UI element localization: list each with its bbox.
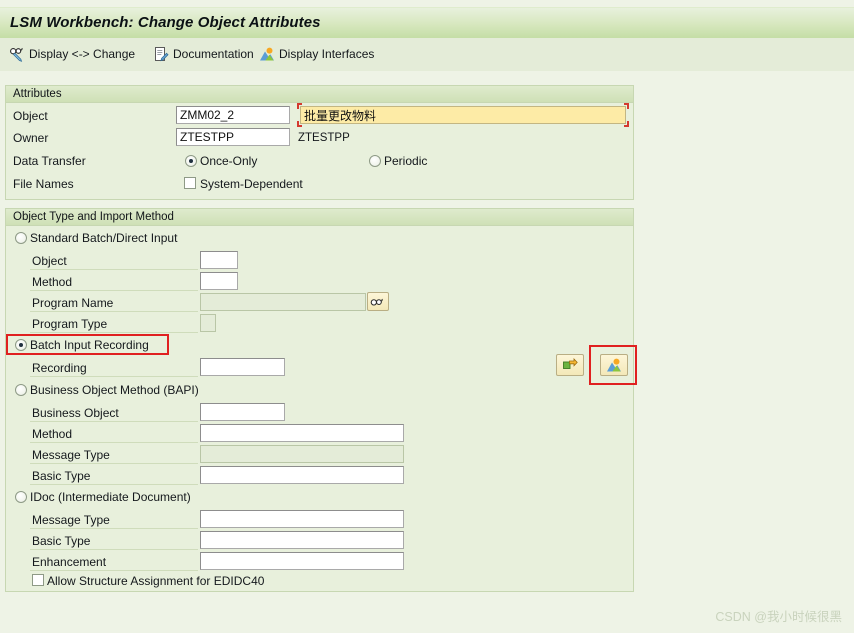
radio-periodic-label: Periodic: [384, 154, 428, 168]
std-program-name-label: Program Name: [32, 296, 114, 310]
radio-idoc[interactable]: [15, 491, 27, 503]
recording-input[interactable]: [200, 358, 285, 376]
bapi-business-object-input[interactable]: [200, 403, 285, 421]
std-object-input[interactable]: [200, 251, 238, 269]
owner-input[interactable]: [176, 128, 290, 146]
std-method-input[interactable]: [200, 272, 238, 290]
label-underline: [30, 290, 198, 291]
radio-idoc-label: IDoc (Intermediate Document): [30, 490, 191, 504]
object-type-panel: Object Type and Import Method Standard B…: [5, 208, 634, 592]
watermark: CSDN @我小时候很黑: [715, 610, 842, 624]
label-underline: [30, 528, 198, 529]
toolbar-button-label: Display <-> Change: [29, 47, 136, 61]
attributes-panel-header: Attributes: [6, 86, 633, 103]
window-title-bar: LSM Workbench: Change Object Attributes: [0, 7, 854, 39]
goto-recording-button[interactable]: [556, 354, 584, 376]
label-underline: [30, 269, 198, 270]
recording-label: Recording: [32, 361, 87, 375]
bapi-basic-type-label: Basic Type: [32, 469, 91, 483]
checkbox-allow-structure-assignment-label: Allow Structure Assignment for EDIDC40: [47, 574, 265, 588]
owner-label: Owner: [13, 131, 49, 145]
label-underline: [30, 463, 198, 464]
document-pencil-icon: [153, 46, 169, 62]
object-input[interactable]: [176, 106, 290, 124]
object-label: Object: [13, 109, 48, 123]
page-title: LSM Workbench: Change Object Attributes: [10, 14, 321, 31]
program-name-search-help-button[interactable]: [367, 292, 389, 311]
object-description-input[interactable]: [300, 106, 626, 124]
owner-description: ZTESTPP: [298, 132, 350, 144]
std-program-type-label: Program Type: [32, 317, 108, 331]
idoc-basic-type-label: Basic Type: [32, 534, 91, 548]
toolbar-button-display-interfaces[interactable]: Display Interfaces: [256, 42, 377, 66]
label-underline: [30, 376, 198, 377]
display-recording-icon: [606, 357, 622, 373]
bapi-message-type-label: Message Type: [32, 448, 110, 462]
attributes-panel: Attributes Object Owner ZTESTPP Data Tra…: [5, 85, 634, 200]
toolbar-button-label: Display Interfaces: [279, 47, 375, 61]
toolbar-button-documentation[interactable]: Documentation: [150, 42, 257, 66]
std-program-name-input[interactable]: [200, 293, 366, 311]
std-program-type-input[interactable]: [200, 314, 216, 332]
idoc-enhancement-label: Enhancement: [32, 555, 107, 569]
glasses-pencil-icon: [9, 46, 25, 62]
label-underline: [30, 484, 198, 485]
goto-recording-icon: [562, 357, 578, 373]
toolbar-button-label: Documentation: [173, 47, 254, 61]
bapi-message-type-input[interactable]: [200, 445, 404, 463]
label-underline: [30, 421, 198, 422]
bapi-basic-type-input[interactable]: [200, 466, 404, 484]
bapi-business-object-label: Business Object: [32, 406, 119, 420]
mountain-picture-icon: [259, 46, 275, 62]
bapi-method-input[interactable]: [200, 424, 404, 442]
radio-once-only-label: Once-Only: [200, 154, 258, 168]
label-underline: [30, 549, 198, 550]
idoc-message-type-label: Message Type: [32, 513, 110, 527]
radio-bapi[interactable]: [15, 384, 27, 396]
glasses-search-icon: [370, 295, 386, 309]
radio-batch-input-recording-label: Batch Input Recording: [30, 338, 149, 352]
idoc-message-type-input[interactable]: [200, 510, 404, 528]
radio-batch-input-recording[interactable]: [15, 339, 27, 351]
checkbox-system-dependent[interactable]: [184, 177, 196, 189]
radio-standard-batch-label: Standard Batch/Direct Input: [30, 231, 178, 245]
label-underline: [30, 332, 198, 333]
checkbox-allow-structure-assignment[interactable]: [32, 574, 44, 586]
display-recording-button[interactable]: [600, 354, 628, 376]
idoc-basic-type-input[interactable]: [200, 531, 404, 549]
label-underline: [30, 442, 198, 443]
toolbar: Display <-> Change Documentation Display…: [0, 38, 854, 71]
radio-periodic[interactable]: [369, 155, 381, 167]
file-names-label: File Names: [13, 177, 74, 191]
label-underline: [30, 570, 198, 571]
object-type-panel-header: Object Type and Import Method: [6, 209, 633, 226]
toolbar-button-display-change[interactable]: Display <-> Change: [6, 42, 138, 66]
std-method-label: Method: [32, 275, 73, 289]
data-transfer-label: Data Transfer: [13, 154, 86, 168]
bapi-method-label: Method: [32, 427, 73, 441]
radio-standard-batch[interactable]: [15, 232, 27, 244]
label-underline: [30, 311, 198, 312]
checkbox-system-dependent-label: System-Dependent: [200, 177, 303, 191]
radio-once-only[interactable]: [185, 155, 197, 167]
std-object-label: Object: [32, 254, 67, 268]
radio-bapi-label: Business Object Method (BAPI): [30, 383, 199, 397]
idoc-enhancement-input[interactable]: [200, 552, 404, 570]
